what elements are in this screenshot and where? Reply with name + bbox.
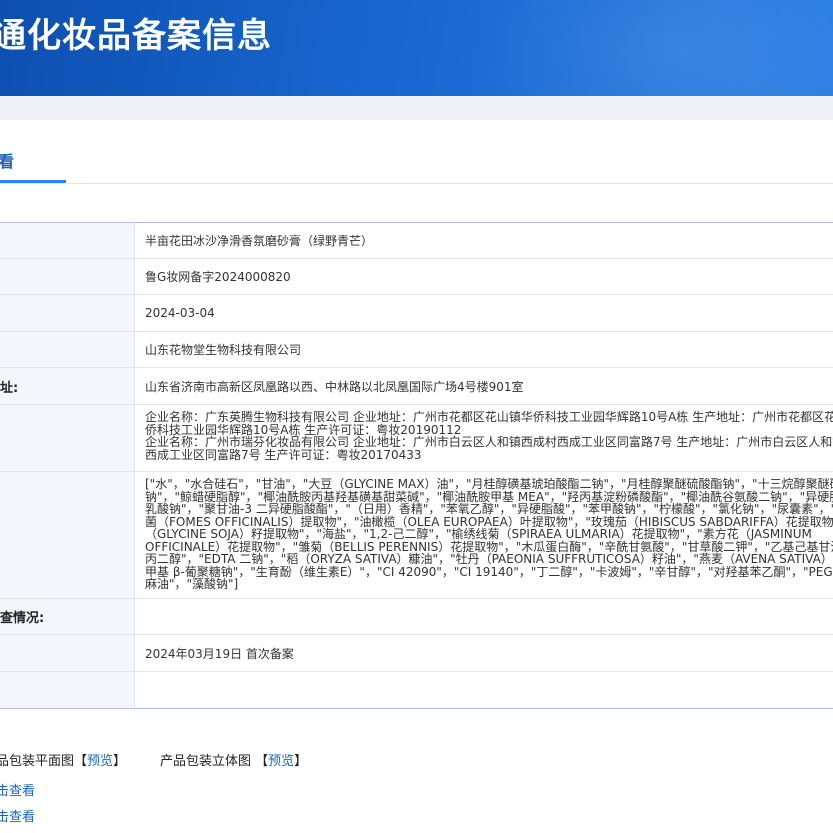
click-view-link[interactable]: 击查看 <box>0 780 35 799</box>
product-name-value: 半亩花田冰沙净滑香氛磨砂膏（绿野青芒） <box>145 234 374 248</box>
ingredients-value: ["水"，"水合硅石"，"甘油"，"大豆（GLYCINE MAX）油"，"月桂醇… <box>135 472 833 598</box>
filing-info-table: 半亩花田冰沙净滑香氛磨砂膏（绿野青芒） 鲁G妆网备字2024000820 202… <box>0 222 833 709</box>
table-row: 查情况: <box>0 599 833 635</box>
stereo-package-label: 产品包装立体图 【预览】 <box>160 754 308 769</box>
header-banner: 通化妆品备案信息 <box>0 0 833 96</box>
filing-history-value: 2024年03月19日 首次备案 <box>145 646 294 661</box>
tab-view[interactable]: 看 <box>0 148 14 172</box>
click-view-link[interactable]: 击查看 <box>0 806 35 825</box>
flat-package-label: 品包装平面图【预览】 <box>0 754 127 769</box>
table-row: ["水"，"水合硅石"，"甘油"，"大豆（GLYCINE MAX）油"，"月桂醇… <box>0 472 833 599</box>
ingredient-line: （GLYCINE SOJA）籽提取物"，"海盐"，"1,2-己二醇"，"榆绣线菊… <box>145 527 812 541</box>
row-label <box>0 223 135 258</box>
flat-preview-link[interactable]: 预览 <box>87 754 113 769</box>
inspection-value <box>135 599 833 634</box>
row-label <box>0 672 135 708</box>
active-tab-indicator <box>0 180 66 183</box>
row-label <box>0 472 135 598</box>
table-row: 址: 山东省济南市高新区凤凰路以西、中林路以北凤凰国际广场4号楼901室 <box>0 368 833 405</box>
tab-bar: 看 <box>0 120 833 184</box>
row-label <box>0 405 135 471</box>
filer-address-value: 山东省济南市高新区凤凰路以西、中林路以北凤凰国际广场4号楼901室 <box>145 379 524 394</box>
stereo-preview-link[interactable]: 预览 <box>268 754 294 769</box>
filer-name-value: 山东花物堂生物科技有限公司 <box>145 343 302 357</box>
gray-divider <box>0 96 833 120</box>
table-row <box>0 672 833 708</box>
table-row: 企业名称：广东英腾生物科技有限公司 企业地址：广州市花都区花山镇华侨科技工业园华… <box>0 405 833 472</box>
ingredient-line: 甲基 β-葡聚糖钠"，"生育酚（维生素E）"，"CI 42090"，"CI 19… <box>145 564 833 579</box>
filing-date-value: 2024-03-04 <box>145 306 215 320</box>
row-label: 址: <box>0 368 135 404</box>
empty-value <box>135 672 833 708</box>
manufacturer-line: 企业名称：广州市瑞芬化妆品有限公司 企业地址：广州市白云区人和镇西成村西成工业区… <box>145 435 833 449</box>
manufacturer-line: 企业名称：广东英腾生物科技有限公司 企业地址：广州市花都区花山镇华侨科技工业园华… <box>145 410 833 424</box>
filing-number-value: 鲁G妆网备字2024000820 <box>145 270 291 284</box>
table-row: 鲁G妆网备字2024000820 <box>0 259 833 295</box>
table-row: 2024年03月19日 首次备案 <box>0 635 833 672</box>
page-title: 通化妆品备案信息 <box>0 16 272 56</box>
manufacturer-info-value: 企业名称：广东英腾生物科技有限公司 企业地址：广州市花都区花山镇华侨科技工业园华… <box>135 405 833 471</box>
ingredient-line: ["水"，"水合硅石"，"甘油"，"大豆（GLYCINE MAX）油"，"月桂醇… <box>145 477 833 491</box>
table-row: 山东花物堂生物科技有限公司 <box>0 332 833 368</box>
row-label <box>0 295 135 331</box>
table-row: 半亩花田冰沙净滑香氛磨砂膏（绿野青芒） <box>0 223 833 259</box>
table-row: 2024-03-04 <box>0 295 833 332</box>
manufacturer-line: 西成工业区同富路7号 生产许可证：粤妆20170433 <box>145 447 422 462</box>
row-label <box>0 259 135 294</box>
ingredient-line: 麻油"，"藻酸钠"] <box>145 577 239 591</box>
row-label <box>0 635 135 671</box>
ingredient-line: 乳酸钠"，"聚甘油-3 二异硬脂酸酯"，"（日用）香精"，"苯氧乙醇"，"异硬脂… <box>145 502 833 516</box>
inspection-label: 查情况: <box>0 599 135 634</box>
ingredient-line: 丙二醇"，"EDTA 二钠"，"稻（ORYZA SATIVA）糠油"，"牡丹（P… <box>145 552 833 566</box>
row-label <box>0 332 135 367</box>
